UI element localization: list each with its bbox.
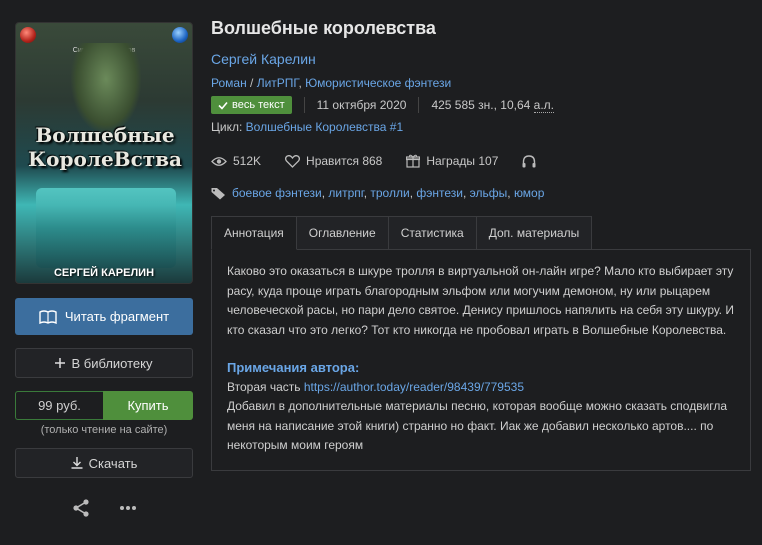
book-details: Волшебные королевства Сергей Карелин Ром… [211,18,751,471]
add-to-library-button[interactable]: В библиотеку [15,348,193,378]
bottom-actions [15,498,193,518]
book-open-icon [39,309,57,324]
cover-title-line2: КоролеВства [27,147,182,171]
awards-count: Награды 107 [426,154,499,168]
buy-note: (только чтение на сайте) [40,424,168,436]
tab-statistics[interactable]: Статистика [388,216,477,250]
audio-stat[interactable] [522,154,536,168]
status-badge: весь текст [211,96,292,114]
tag-link[interactable]: боевое фэнтези [232,186,322,200]
heart-icon [285,154,301,168]
headphones-icon [522,154,536,168]
genre-separator: / [246,76,257,90]
author-link[interactable]: Сергей Карелин [211,51,751,67]
tag-link[interactable]: тролли [370,186,409,200]
book-title: Волшебные королевства [211,18,436,38]
plus-icon [55,358,66,368]
cycle-label: Цикл: [211,120,243,134]
price-field: 99 руб. [15,391,103,420]
troll-figure [71,43,141,133]
read-fragment-label: Читать фрагмент [64,309,170,324]
cycle-link[interactable]: Волшебные Королевства #1 [246,120,403,134]
tag-comma: , [462,186,470,200]
annotation-text: Каково это оказаться в шкуре тролля в ви… [227,264,734,337]
buy-button[interactable]: Купить [103,391,193,420]
book-size-unit: а.л. [533,98,554,113]
tags-row: боевое фэнтези, литрпг, тролли, фэнтези,… [211,186,751,200]
book-size-value: 425 585 зн., 10,64 [431,98,534,112]
tag-list: боевое фэнтези, литрпг, тролли, фэнтези,… [232,186,544,200]
gift-icon [406,154,421,168]
likes-stat[interactable]: Нравится 868 [285,154,382,168]
genre-link[interactable]: ЛитРПГ [257,76,299,90]
tag-link[interactable]: эльфы [470,186,508,200]
read-fragment-button[interactable]: Читать фрагмент [15,298,193,335]
meta-row: весь текст 11 октября 2020 425 585 зн., … [211,96,751,114]
red-gem-decoration [20,27,36,43]
tag-link[interactable]: юмор [514,186,544,200]
divider [303,97,305,113]
download-icon [71,457,83,469]
author-notes-title: Примечания автора: [227,360,360,375]
views-stat: 512K [211,154,261,168]
cover-author: СЕРГЕЙ КАРЕЛИН [53,267,155,279]
eye-icon [211,156,227,167]
divider [418,97,420,113]
cycle: Цикл: Волшебные Королевства #1 [211,120,751,134]
annotation-panel: Каково это оказаться в шкуре тролля в ви… [211,249,751,471]
status-badge-label: весь текст [232,99,285,111]
buy-row: 99 руб. Купить [15,391,193,420]
stats-row: 512K Нравится 868 Награды 107 [211,154,751,168]
genres: Роман / ЛитРПГ, Юмористическое фэнтези [211,76,751,90]
genre-link[interactable]: Юмористическое фэнтези [305,76,451,90]
genre-link[interactable]: Роман [211,76,247,90]
awards-stat[interactable]: Награды 107 [406,154,498,168]
tab-contents[interactable]: Оглавление [296,216,389,250]
download-button[interactable]: Скачать [15,448,193,478]
cover-title: Волшебные КоролеВства [26,123,184,171]
tab-extra-materials[interactable]: Доп. материалы [476,216,593,250]
tag-icon [211,187,226,200]
cover-pod-art [36,188,176,268]
publish-date: 11 октября 2020 [316,98,407,112]
author-notes-line: Вторая часть https://author.today/reader… [227,378,735,398]
author-notes-link[interactable]: https://author.today/reader/98439/779535 [304,380,524,394]
tab-annotation[interactable]: Аннотация [211,216,297,250]
views-count: 512K [233,154,262,168]
cover-title-line1: Волшебные [35,123,175,147]
author-notes-prefix: Вторая часть [227,379,304,394]
tag-comma: , [507,186,514,200]
book-cover[interactable]: Симфонія Облаков Волшебные КоролеВства С… [15,22,193,284]
book-size: 425 585 зн., 10,64 а.л. [431,98,554,113]
tag-link[interactable]: фэнтези [416,186,463,200]
share-icon[interactable] [71,498,91,518]
tag-link[interactable]: литрпг [328,186,363,200]
add-to-library-label: В библиотеку [71,355,153,371]
check-icon [218,101,228,110]
blue-gem-decoration [172,27,188,43]
author-notes-text: Добавил в дополнительные материалы песню… [227,399,728,452]
likes-count: Нравится 868 [306,154,383,168]
tabs: Аннотация Оглавление Статистика Доп. мат… [211,216,751,250]
book-sidebar: Симфонія Облаков Волшебные КоролеВства С… [15,22,193,518]
download-label: Скачать [88,455,138,471]
more-options-icon[interactable] [119,505,137,511]
